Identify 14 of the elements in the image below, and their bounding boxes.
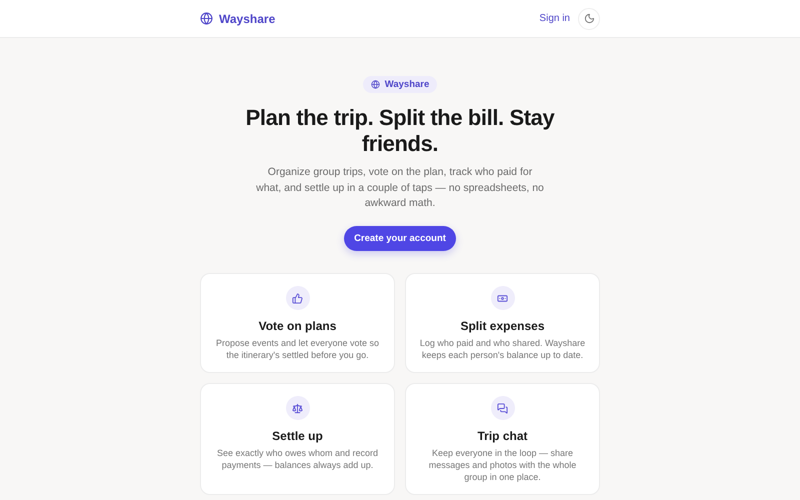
feature-title: Settle up xyxy=(272,429,323,444)
hero-title: Plan the trip. Split the bill. Stay friends. xyxy=(244,105,556,157)
badge-label: Wayshare xyxy=(384,79,430,90)
feature-description: Propose events and let everyone vote so the itinerary's settled before you go. xyxy=(214,337,380,362)
feature-description: Log who paid and who shared. Wayshare keeps each person's balance up to date. xyxy=(418,337,586,362)
create-account-button[interactable]: Create your account xyxy=(344,226,456,252)
feature-description: Keep everyone in the loop — share messages and photos with the whole group in one place. xyxy=(428,447,578,484)
hero-subtitle: Organize group trips, vote on the plan, track who paid for what, and settle up in a couple of taps — no spreadsheets, no awkward math. xyxy=(255,164,545,212)
feature-title: Vote on plans xyxy=(258,319,336,334)
feature-title: Split expenses xyxy=(460,319,545,334)
feature-description: See exactly who owes whom and record payments — balances always add up. xyxy=(216,447,380,472)
sign-in-link[interactable]: Sign in xyxy=(539,13,570,24)
brand-name[interactable]: Wayshare xyxy=(219,12,276,26)
feature-title: Trip chat xyxy=(477,429,528,444)
